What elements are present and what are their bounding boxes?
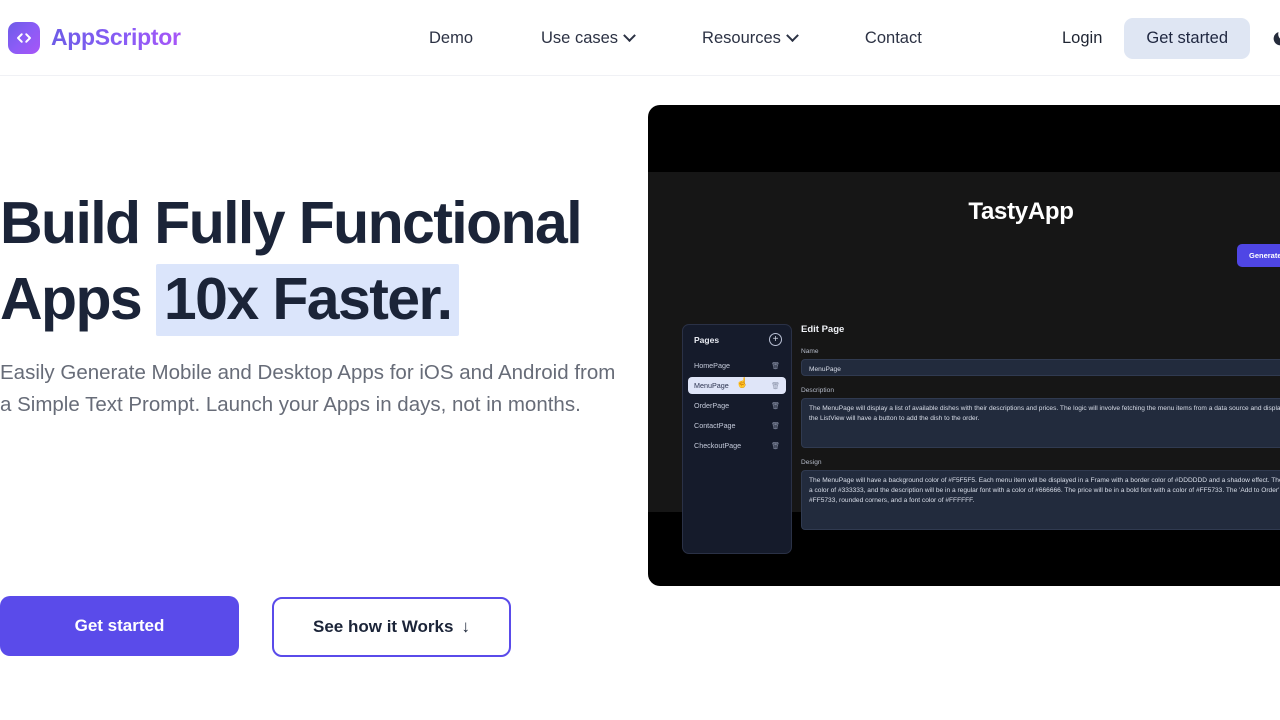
get-started-button[interactable]: Get started [0,596,239,656]
header-actions: Login Get started [1062,0,1280,76]
edit-page-form: Edit Page Name MenuPage Description The … [801,324,1280,541]
chevron-down-icon [623,28,636,42]
plus-circle-icon[interactable]: + [769,333,782,346]
hero-cta-row: Get started See how it Works ↓ [0,595,511,657]
list-item[interactable]: CheckoutPage 🗑 [688,437,786,454]
brand-logo[interactable]: AppScriptor [8,21,181,54]
page-label: CheckoutPage [694,441,742,450]
nav-item-demo-label: Demo [429,28,474,47]
arrow-down-icon: ↓ [461,617,470,636]
description-field-label: Description [801,387,834,394]
generate-button[interactable]: Generate [1237,244,1280,267]
nav-item-resources-label: Resources [702,28,781,47]
edit-page-heading: Edit Page [801,324,845,335]
see-how-it-works-button[interactable]: See how it Works ↓ [272,597,511,657]
trash-icon[interactable]: 🗑 [771,422,780,430]
page-label: OrderPage [694,401,730,410]
trash-icon[interactable]: 🗑 [771,402,780,410]
demo-app-title: TastyApp [968,198,1074,225]
list-item[interactable]: HomePage 🗑 [688,357,786,374]
trash-icon[interactable]: 🗑 [771,382,780,390]
hero-section: Build Fully Functional Apps 10x Faster. … [0,76,640,657]
nav-item-resources[interactable]: Resources [702,28,799,48]
page-title: Build Fully Functional Apps 10x Faster. [0,185,640,337]
list-item[interactable]: MenuPage 🗑 [688,377,786,394]
main-navigation: Demo Use cases Resources Contact [429,0,922,76]
nav-item-contact[interactable]: Contact [865,29,922,48]
site-header: AppScriptor Demo Use cases Resources Con… [0,0,1280,76]
moon-icon[interactable] [1262,20,1280,56]
list-item[interactable]: ContactPage 🗑 [688,417,786,434]
list-item[interactable]: OrderPage 🗑 [688,397,786,414]
headline-highlight: 10x Faster. [155,264,460,336]
header-get-started-button[interactable]: Get started [1124,17,1250,59]
code-brackets-icon [8,21,40,54]
page-label: ContactPage [694,421,736,430]
pages-panel-title: Pages [694,334,720,345]
hero-subtitle: Easily Generate Mobile and Desktop Apps … [0,361,616,416]
see-how-it-works-label: See how it Works [313,617,454,636]
page-label: MenuPage [694,381,729,390]
trash-icon[interactable]: 🗑 [771,362,780,370]
login-link[interactable]: Login [1062,29,1102,48]
pages-panel-header: Pages + [683,333,791,346]
nav-item-use-cases-label: Use cases [541,28,619,47]
chevron-down-icon [786,28,799,42]
design-field-label: Design [801,459,822,466]
name-field-label: Name [801,348,819,355]
nav-item-use-cases[interactable]: Use cases [541,28,636,48]
trash-icon[interactable]: 🗑 [771,442,780,450]
name-input[interactable]: MenuPage [801,359,1280,376]
pages-panel: Pages + HomePage 🗑 MenuPage 🗑 OrderPage … [682,324,792,554]
description-textarea[interactable]: The MenuPage will display a list of avai… [801,398,1280,448]
design-textarea[interactable]: The MenuPage will have a background colo… [801,470,1280,530]
page-label: HomePage [694,361,730,370]
nav-item-demo[interactable]: Demo [429,29,473,48]
demo-video-panel[interactable]: TastyApp Generate Pages + HomePage 🗑 Men… [648,105,1280,586]
brand-name: AppScriptor [51,24,181,50]
demo-app-screen: TastyApp Generate Pages + HomePage 🗑 Men… [648,172,1280,554]
nav-item-contact-label: Contact [864,28,922,47]
